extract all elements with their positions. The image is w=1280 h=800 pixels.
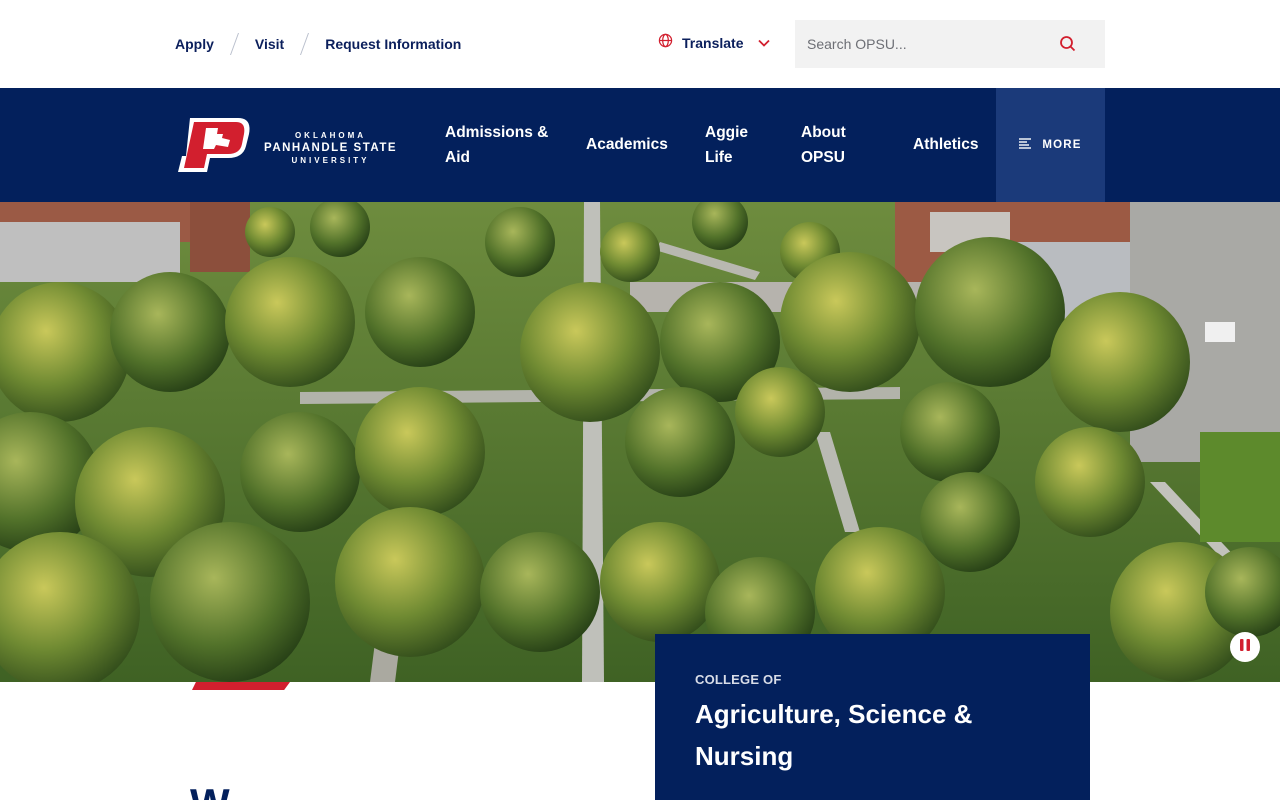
visit-link[interactable]: Visit bbox=[255, 36, 284, 52]
nav-item-label: Aggie bbox=[705, 124, 749, 141]
nav-item-athletics[interactable]: Athletics bbox=[913, 132, 978, 157]
nav-item-admissions-aid[interactable]: Admissions & Aid bbox=[445, 120, 548, 170]
college-name: Agriculture, Science & Nursing bbox=[695, 693, 1050, 777]
nav-item-label: Admissions & bbox=[445, 124, 549, 141]
nav-item-academics[interactable]: Academics bbox=[586, 132, 668, 157]
search-icon[interactable] bbox=[1059, 35, 1077, 53]
chevron-down-icon bbox=[758, 34, 771, 52]
logo-wordmark: OKLAHOMA PANHANDLE STATE UNIVERSITY bbox=[264, 131, 397, 165]
college-name-line: Agriculture, Science & bbox=[695, 699, 973, 729]
section-heading: W bbox=[190, 784, 230, 800]
more-label: MORE bbox=[1042, 139, 1082, 151]
request-information-link[interactable]: Request Information bbox=[325, 36, 461, 52]
p-logo-icon bbox=[176, 116, 252, 179]
translate-button[interactable]: Translate bbox=[658, 33, 771, 53]
logo-line-university: UNIVERSITY bbox=[291, 155, 370, 165]
nav-item-label: About bbox=[801, 124, 846, 141]
nav-item-label: OPSU bbox=[801, 149, 845, 166]
nav-item-label: Aid bbox=[445, 149, 470, 166]
nav-item-about-opsu[interactable]: About OPSU bbox=[801, 120, 846, 170]
nav-item-label: Life bbox=[705, 149, 733, 166]
search-input[interactable] bbox=[795, 36, 1055, 52]
red-accent-bar bbox=[192, 682, 290, 690]
utility-divider bbox=[229, 33, 239, 55]
utility-divider bbox=[300, 33, 310, 55]
main-nav: OKLAHOMA PANHANDLE STATE UNIVERSITY Admi… bbox=[0, 88, 1280, 202]
opsu-logo[interactable]: OKLAHOMA PANHANDLE STATE UNIVERSITY bbox=[176, 116, 397, 179]
utility-links: Apply Visit Request Information bbox=[175, 33, 461, 55]
globe-icon bbox=[658, 33, 673, 53]
college-card[interactable]: COLLEGE OF Agriculture, Science & Nursin… bbox=[655, 634, 1090, 800]
pause-icon bbox=[1240, 638, 1250, 656]
pause-video-button[interactable] bbox=[1230, 632, 1260, 662]
nav-item-aggie-life[interactable]: Aggie Life bbox=[705, 120, 748, 170]
hero-image bbox=[0, 202, 1280, 682]
utility-bar: Apply Visit Request Information Translat… bbox=[0, 0, 1280, 88]
college-name-line: Nursing bbox=[695, 741, 794, 771]
logo-line-panhandle-state: PANHANDLE STATE bbox=[264, 141, 398, 154]
more-menu-button[interactable]: MORE bbox=[996, 88, 1105, 202]
search-box bbox=[795, 20, 1105, 68]
aerial-campus-illustration bbox=[0, 202, 1280, 682]
translate-label: Translate bbox=[682, 35, 744, 51]
logo-line-oklahoma: OKLAHOMA bbox=[294, 130, 367, 140]
menu-icon bbox=[1019, 136, 1032, 154]
nav-item-label: Academics bbox=[586, 136, 668, 153]
apply-link[interactable]: Apply bbox=[175, 36, 214, 52]
nav-item-label: Athletics bbox=[913, 136, 979, 153]
college-prefix: COLLEGE OF bbox=[695, 672, 782, 687]
